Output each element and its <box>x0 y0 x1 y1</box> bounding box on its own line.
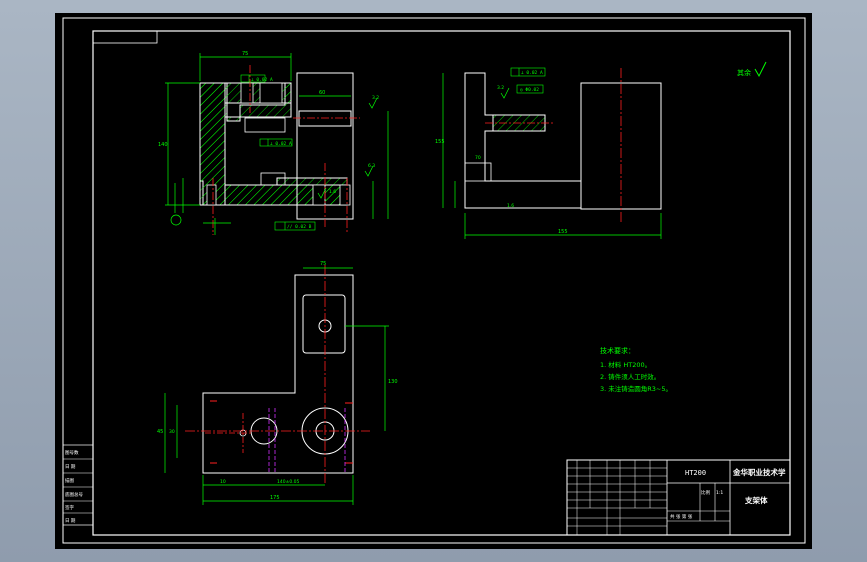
tolerance-frame-side: ⊥ 0.02 A ◎ Φ0.02 <box>510 67 546 94</box>
svg-text:3.2: 3.2 <box>497 85 504 91</box>
svg-text:日 期: 日 期 <box>65 464 76 470</box>
svg-text:底图总号: 底图总号 <box>65 491 83 498</box>
dim-left-vertical: 45 <box>157 429 163 435</box>
svg-text:⊥ 0.02 A: ⊥ 0.02 A <box>521 70 543 76</box>
svg-text:图号数: 图号数 <box>65 449 79 456</box>
svg-text:1.6: 1.6 <box>329 189 336 195</box>
svg-text:其余: 其余 <box>737 68 751 77</box>
tolerance-frame-bottom: // 0.02 B <box>274 221 316 231</box>
material-label: HT200 <box>685 469 706 477</box>
dim-top-view-depth: 130 <box>388 379 398 385</box>
engineering-drawing: 75 140 60 ⊥ 0.02 A // 0.02 B ⊥ 0.02 A 3.… <box>62 17 806 544</box>
svg-text:// 0.02 B: // 0.02 B <box>287 224 312 230</box>
dim-hole-spacing: 140±0.05 <box>277 479 300 485</box>
inner-border <box>92 30 791 536</box>
svg-text:1. 材料 HT200。: 1. 材料 HT200。 <box>600 360 651 369</box>
svg-text:◎ Φ0.02: ◎ Φ0.02 <box>520 87 539 93</box>
svg-text:共 张 第 张: 共 张 第 张 <box>670 513 693 520</box>
svg-text:技术要求：: 技术要求： <box>600 346 635 355</box>
part-name-label: 支架体 <box>744 495 768 505</box>
drawing-sheet[interactable]: 75 140 60 ⊥ 0.02 A // 0.02 B ⊥ 0.02 A 3.… <box>55 13 812 549</box>
svg-text:6.3: 6.3 <box>368 163 375 169</box>
tolerance-frame-top: ⊥ 0.02 A <box>240 74 273 83</box>
svg-text:3. 未注铸造圆角R3~5。: 3. 未注铸造圆角R3~5。 <box>600 384 672 393</box>
svg-text:1:1: 1:1 <box>716 490 723 496</box>
svg-text:⊥ 0.02 A: ⊥ 0.02 A <box>251 77 273 83</box>
institution-label: 金华职业技术学 <box>732 467 786 477</box>
svg-text:2. 铸件须人工时效。: 2. 铸件须人工时效。 <box>600 372 660 381</box>
cad-viewport[interactable]: 75 140 60 ⊥ 0.02 A // 0.02 B ⊥ 0.02 A 3.… <box>0 0 867 562</box>
outer-border <box>62 17 806 544</box>
dim-top-view-bottom: 175 <box>270 495 280 501</box>
svg-text:描图: 描图 <box>65 477 74 484</box>
technical-requirements: 技术要求： 1. 材料 HT200。 2. 铸件须人工时效。 3. 未注铸造圆角… <box>600 346 672 393</box>
dim-side-total: 155 <box>558 229 568 235</box>
dim-side-height: 155 <box>435 139 445 145</box>
dim-front-top-width: 75 <box>242 51 248 57</box>
dim-front-height: 140 <box>158 142 168 148</box>
left-strip-table: 图号数 日 期 描图 底图总号 签字 日 期 <box>62 444 94 526</box>
dim-bottom-small: 10 <box>220 479 226 485</box>
corner-tab <box>92 30 158 44</box>
svg-text:日 期: 日 期 <box>65 518 76 524</box>
dim-side-small: 70 <box>475 155 481 161</box>
dim-slot-width: 60 <box>319 90 325 96</box>
side-view: 155 155 70 ⊥ 0.02 A ◎ Φ0.02 3.2 1.6 <box>435 67 662 239</box>
front-section-view: 75 140 60 ⊥ 0.02 A // 0.02 B ⊥ 0.02 A 3.… <box>158 51 389 235</box>
dim-top-view-width: 75 <box>320 261 326 267</box>
top-view: 75 175 140±0.05 10 45 30 130 <box>157 261 398 505</box>
dim-left-inner: 30 <box>169 429 175 435</box>
title-block: HT200 金华职业技术学 支架体 比例 1:1 共 张 第 张 <box>566 459 791 536</box>
svg-text:⊥ 0.02 A: ⊥ 0.02 A <box>270 141 292 147</box>
svg-text:3.2: 3.2 <box>372 95 379 101</box>
tolerance-frame-mid: ⊥ 0.02 A <box>259 138 293 147</box>
svg-text:签字: 签字 <box>65 504 74 511</box>
svg-text:比例: 比例 <box>701 489 710 496</box>
svg-text:1.6: 1.6 <box>507 203 514 209</box>
roughness-note: 其余 <box>737 61 767 78</box>
